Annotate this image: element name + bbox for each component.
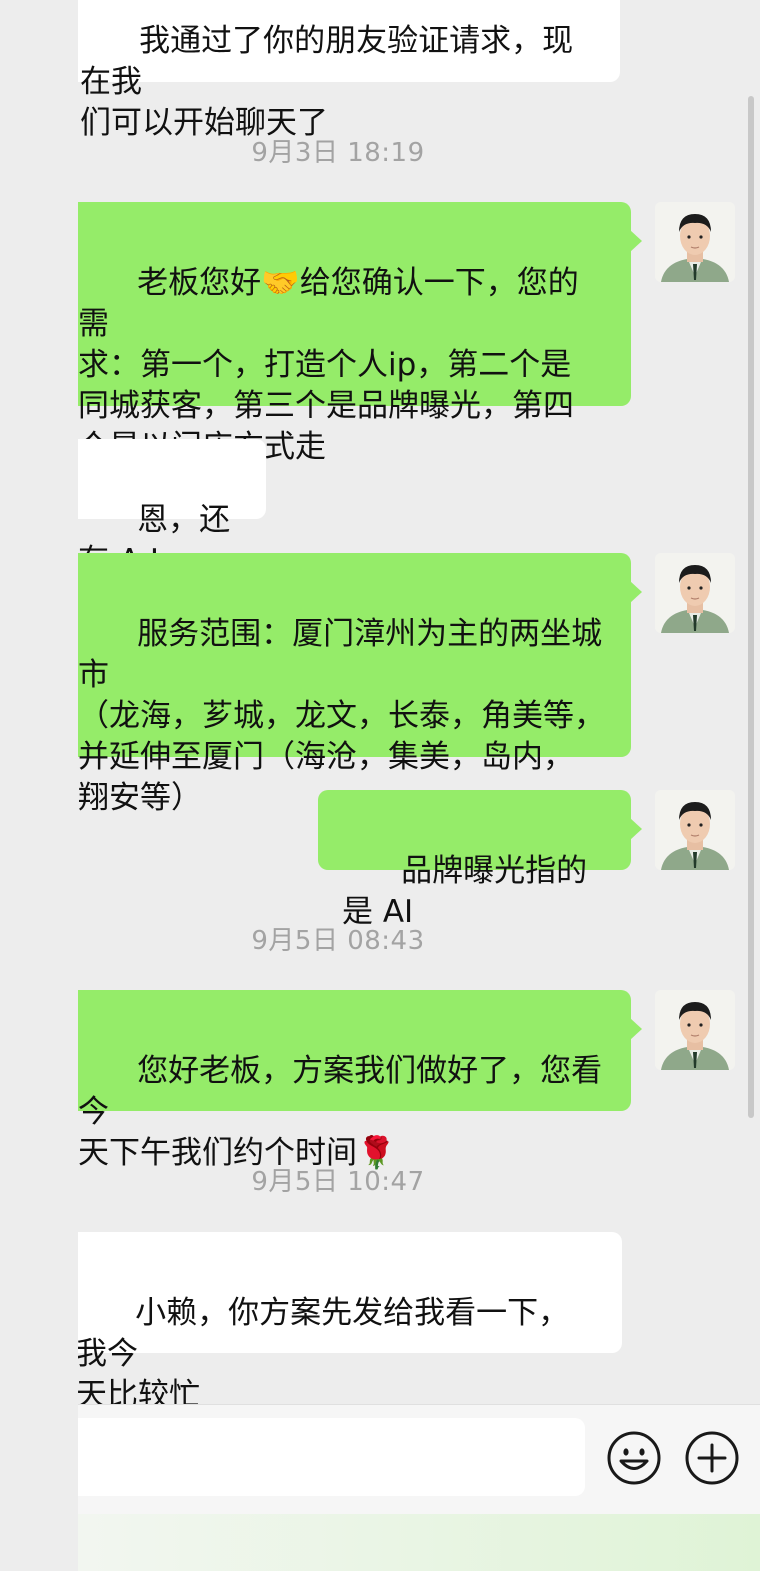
avatar-portrait-icon [655, 990, 735, 1070]
message-input[interactable] [60, 1418, 585, 1496]
emoji-smile-icon [607, 1431, 661, 1485]
avatar[interactable] [655, 202, 735, 282]
avatar[interactable] [655, 790, 735, 870]
message-bubble-incoming[interactable]: 我通过了你的朋友验证请求，现在我 们可以开始聊天了 [40, 0, 620, 141]
keyboard-area [0, 1514, 760, 1571]
message-bubble-incoming[interactable]: 小赖，你方案先发给我看一下，我今 天比较忙 [40, 1232, 622, 1404]
scrollbar[interactable] [748, 96, 754, 1118]
message-bubble-outgoing[interactable]: 老板您好🤝给您确认一下，您的需 求：第一个，打造个人ip，第二个是 同城获客，第三个… [40, 202, 642, 465]
avatar-portrait-icon [655, 553, 735, 633]
avatar-portrait-icon [655, 202, 735, 282]
timestamp: 9月5日 08:43 [251, 926, 425, 956]
avatar-portrait-icon [655, 790, 735, 870]
avatar[interactable] [655, 990, 735, 1070]
message-text: 小赖，你方案先发给我看一下，我今 天比较忙 [76, 1295, 570, 1404]
message-bubble-outgoing[interactable]: 品牌曝光指的是 AI [318, 790, 642, 930]
chat-area[interactable]: 我通过了你的朋友验证请求，现在我 们可以开始聊天了 9月3日 18:19 老板您好… [0, 0, 760, 1404]
message-bubble-outgoing[interactable]: 您好老板，方案我们做好了，您看今 天下午我们约个时间🌹 [40, 990, 642, 1171]
avatar[interactable] [655, 553, 735, 633]
emoji-button[interactable] [606, 1430, 662, 1486]
plus-circle-icon [685, 1431, 739, 1485]
timestamp: 9月3日 18:19 [251, 138, 425, 168]
timestamp: 9月5日 10:47 [251, 1167, 425, 1197]
message-bubble-outgoing[interactable]: 服务范围：厦门漳州为主的两坐城市 （龙海，芗城，龙文，长泰，角美等， 并延伸至厦门（… [40, 553, 642, 816]
left-edge-strip [0, 0, 78, 1571]
more-button[interactable] [684, 1430, 740, 1486]
